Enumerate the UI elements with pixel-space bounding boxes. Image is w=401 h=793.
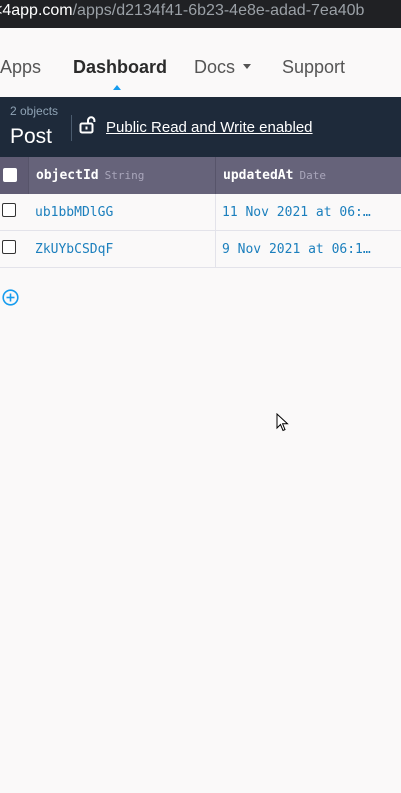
column-name: updatedAt bbox=[223, 168, 294, 183]
column-type: Date bbox=[299, 169, 326, 182]
divider bbox=[71, 115, 72, 141]
object-count: 2 objects bbox=[10, 104, 59, 118]
nav-dashboard[interactable]: Dashboard bbox=[73, 57, 167, 78]
table-row: ZkUYbCSDqF 9 Nov 2021 at 06:1… bbox=[0, 231, 401, 268]
row-checkbox[interactable] bbox=[2, 240, 16, 254]
nav-docs-label: Docs bbox=[194, 57, 236, 77]
select-all-cell bbox=[0, 157, 29, 194]
permissions-link[interactable]: Public Read and Write enabled bbox=[106, 119, 313, 136]
mouse-cursor-icon bbox=[276, 413, 289, 432]
active-indicator-icon bbox=[113, 85, 121, 90]
column-type: String bbox=[104, 169, 145, 182]
column-header-updatedat[interactable]: updatedAt Date bbox=[216, 157, 401, 194]
cell-objectid[interactable]: ZkUYbCSDqF bbox=[29, 231, 216, 268]
table-header: objectId String updatedAt Date bbox=[0, 157, 401, 194]
cell-updatedat[interactable]: 11 Nov 2021 at 06:… bbox=[216, 194, 401, 231]
address-bar[interactable]: <4app.com/apps/d2134f41-6b23-4e8e-adad-7… bbox=[0, 0, 401, 28]
class-header-bar: 2 objects Post Public Read and Write ena… bbox=[0, 97, 401, 157]
nav-docs[interactable]: Docs bbox=[194, 57, 252, 78]
column-header-objectid[interactable]: objectId String bbox=[29, 157, 216, 194]
row-checkbox[interactable] bbox=[2, 203, 16, 217]
table-row: ub1bbMDlGG 11 Nov 2021 at 06:… bbox=[0, 194, 401, 231]
row-check-cell bbox=[0, 231, 29, 268]
column-name: objectId bbox=[36, 168, 99, 183]
url-host: <4app.com bbox=[0, 2, 73, 19]
caret-down-icon bbox=[243, 63, 252, 69]
cell-updatedat[interactable]: 9 Nov 2021 at 06:1… bbox=[216, 231, 401, 268]
class-name: Post bbox=[10, 125, 53, 148]
add-row-icon[interactable] bbox=[2, 289, 19, 306]
url-path: /apps/d2134f41-6b23-4e8e-adad-7ea40b bbox=[72, 2, 365, 19]
row-check-cell bbox=[0, 194, 29, 231]
cell-objectid[interactable]: ub1bbMDlGG bbox=[29, 194, 216, 231]
select-all-checkbox[interactable] bbox=[3, 168, 17, 182]
nav-apps[interactable]: Apps bbox=[0, 57, 41, 78]
top-navigation: Apps Dashboard Docs Support bbox=[0, 28, 401, 97]
unlock-icon[interactable] bbox=[79, 116, 97, 134]
nav-support[interactable]: Support bbox=[282, 57, 345, 78]
